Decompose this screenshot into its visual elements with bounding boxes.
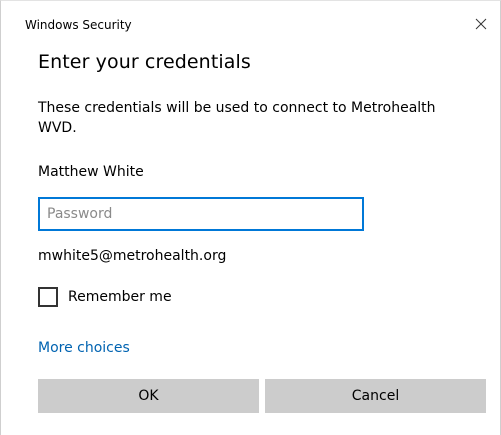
checkbox-box[interactable] xyxy=(38,287,58,307)
password-input[interactable] xyxy=(38,197,364,231)
dialog-heading: Enter your credentials xyxy=(38,51,251,73)
cancel-button-label: Cancel xyxy=(351,388,400,404)
close-button[interactable] xyxy=(468,11,494,37)
close-icon xyxy=(475,18,487,30)
username-label: Matthew White xyxy=(38,164,144,180)
dialog-description: These credentials will be used to connec… xyxy=(38,100,436,136)
credentials-dialog: Windows Security Enter your credentials … xyxy=(0,0,501,435)
ok-button-label: OK xyxy=(138,388,159,404)
ok-button[interactable]: OK xyxy=(38,379,259,413)
remember-me-checkbox[interactable]: Remember me xyxy=(38,286,172,308)
more-choices-link[interactable]: More choices xyxy=(38,340,130,356)
window-title: Windows Security xyxy=(25,18,132,32)
cancel-button[interactable]: Cancel xyxy=(265,379,486,413)
account-email: mwhite5@metrohealth.org xyxy=(38,248,227,264)
remember-me-label: Remember me xyxy=(68,289,172,305)
